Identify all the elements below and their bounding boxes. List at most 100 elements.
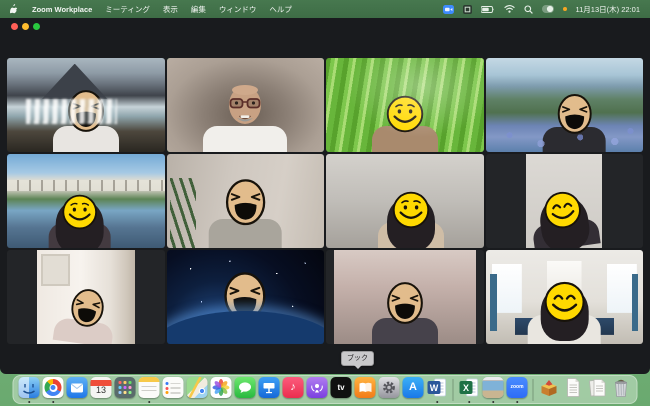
traffic-light-close[interactable] [11, 23, 18, 30]
laugh-emoji-overlay [386, 281, 424, 325]
video-tile-11[interactable] [326, 250, 484, 344]
video-feed [7, 58, 165, 152]
participant [528, 187, 601, 248]
dock-calendar-icon[interactable]: 13 [91, 377, 112, 402]
running-indicator [148, 401, 151, 404]
dock-package-icon[interactable] [539, 377, 560, 402]
traffic-light-zoom[interactable] [33, 23, 40, 30]
video-tile-10[interactable] [167, 250, 325, 344]
laugh-emoji-overlay [67, 286, 106, 330]
svg-text:X: X [463, 383, 469, 393]
dock-appletv-icon[interactable]: tv [331, 377, 352, 402]
participant-face [222, 81, 268, 133]
participant-torso [372, 126, 438, 152]
laugh-emoji-overlay [223, 271, 267, 322]
video-tile-4[interactable] [486, 58, 644, 152]
dock-tooltip-label: ブック [347, 355, 368, 362]
dock-photos-icon[interactable] [211, 377, 232, 402]
video-feed [326, 58, 484, 152]
wifi-icon[interactable] [504, 5, 515, 13]
apple-logo-icon[interactable] [10, 4, 19, 15]
menu-bar: Zoom Workplace ミーティング 表示 編集 ウィンドウ ヘルプ 11月13日(… [0, 0, 650, 18]
menu-bar-menus: Zoom Workplace ミーティング 表示 編集 ウィンドウ ヘルプ [10, 4, 292, 15]
video-tile-9[interactable] [7, 250, 165, 344]
running-indicator [52, 401, 55, 404]
menu-item-4[interactable]: ウィンドウ [219, 4, 257, 15]
smile-emoji-overlay [62, 194, 98, 230]
video-tile-3[interactable] [326, 58, 484, 152]
participant [52, 284, 119, 344]
running-indicator [516, 401, 519, 404]
dock-finder-icon[interactable] [19, 377, 40, 402]
video-tile-8[interactable] [486, 154, 644, 248]
user-switch-icon[interactable] [542, 5, 554, 13]
dock-settings-icon[interactable] [379, 377, 400, 402]
running-indicator [28, 401, 31, 404]
dock-divider [533, 379, 534, 401]
dock-document2-icon[interactable] [587, 377, 608, 402]
battery-icon[interactable] [481, 6, 495, 13]
dock-word-icon[interactable]: W [427, 377, 448, 402]
running-indicator [436, 401, 439, 404]
video-gallery-grid [7, 58, 643, 344]
menu-app-name[interactable]: Zoom Workplace [32, 5, 92, 14]
dock-tooltip: ブック [341, 351, 374, 366]
video-feed [326, 154, 484, 248]
smile-emoji-overlay [543, 281, 585, 323]
video-feed [167, 58, 325, 152]
spotlight-search-icon[interactable] [524, 5, 533, 14]
dock-books-icon[interactable] [355, 377, 376, 402]
laugh-emoji-overlay [556, 93, 592, 135]
dock-window-preview-icon[interactable] [483, 377, 504, 402]
tooltip-arrow-icon [354, 365, 362, 369]
traffic-light-minimize[interactable] [22, 23, 29, 30]
dock-messages-icon[interactable] [235, 377, 256, 402]
participant [48, 194, 111, 248]
zoom-meeting-window [0, 18, 650, 374]
running-indicator [492, 401, 495, 404]
video-feed [486, 58, 644, 152]
video-feed [167, 250, 325, 344]
video-tile-5[interactable] [7, 154, 165, 248]
participant [378, 191, 444, 248]
menu-bar-status: 11月13日(木) 22:01 [443, 4, 640, 15]
dock-mail-icon[interactable] [67, 377, 88, 402]
participant [543, 93, 606, 152]
menu-item-1[interactable]: ミーティング [105, 4, 150, 15]
dock-launchpad-icon[interactable] [115, 377, 136, 402]
video-feed [526, 154, 602, 248]
menu-item-2[interactable]: 表示 [163, 4, 178, 15]
video-tile-1[interactable] [7, 58, 165, 152]
dock-trash-icon[interactable] [611, 377, 632, 402]
video-tile-7[interactable] [326, 154, 484, 248]
dock-document-icon[interactable] [563, 377, 584, 402]
dock-music-icon[interactable]: ♪ [283, 377, 304, 402]
dock-appstore-icon[interactable]: A [403, 377, 424, 402]
video-tile-6[interactable] [167, 154, 325, 248]
menu-bar-clock[interactable]: 11月13日(木) 22:01 [576, 4, 640, 15]
participant [53, 89, 119, 152]
video-feed [486, 250, 644, 344]
input-source-icon[interactable] [463, 5, 472, 14]
dock-maps-icon[interactable] [187, 377, 208, 402]
smile-emoji-overlay [392, 191, 430, 229]
menu-item-5[interactable]: ヘルプ [269, 4, 292, 15]
dock-reminders-icon[interactable] [163, 377, 184, 402]
video-tile-12[interactable] [486, 250, 644, 344]
video-feed [334, 250, 476, 344]
zoom-menubar-icon[interactable] [443, 5, 454, 14]
dock-keynote-icon[interactable] [259, 377, 280, 402]
dock: 13 ♪ tv AW Xzoom [13, 375, 638, 404]
dock-notes-icon[interactable] [139, 377, 160, 402]
menu-item-3[interactable]: 編集 [191, 4, 206, 15]
video-tile-2[interactable] [167, 58, 325, 152]
dock-chrome-icon[interactable] [43, 377, 64, 402]
dock-podcasts-icon[interactable] [307, 377, 328, 402]
participant [209, 178, 282, 248]
participant [372, 281, 438, 344]
participant-torso [543, 127, 606, 152]
participant [207, 271, 283, 344]
dock-zoom-icon[interactable]: zoom [507, 377, 528, 402]
dock-excel-icon[interactable]: X [459, 377, 480, 402]
dock-divider [453, 379, 454, 401]
